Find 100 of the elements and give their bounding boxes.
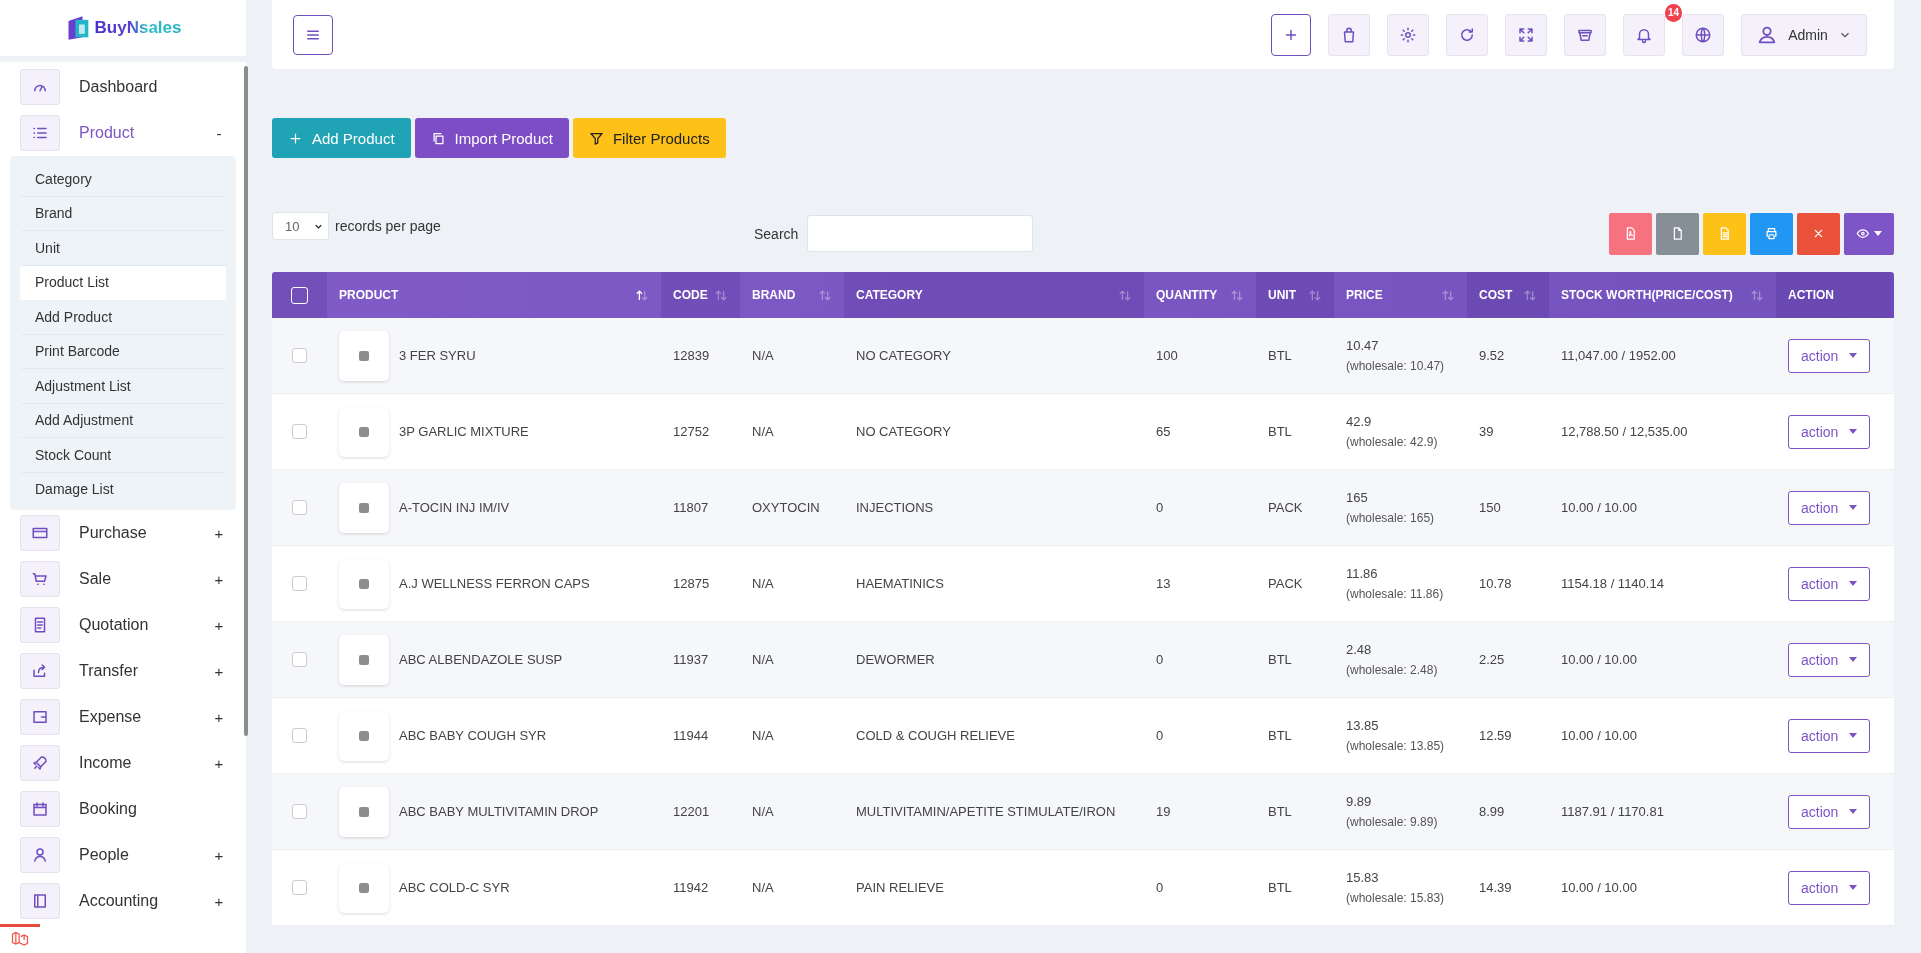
expand-toggle[interactable]: + (212, 892, 226, 910)
expand-toggle[interactable]: + (212, 754, 226, 772)
row-checkbox[interactable] (292, 576, 307, 591)
product-thumbnail (339, 710, 389, 761)
submenu-item[interactable]: Brand (20, 196, 226, 231)
column-header[interactable]: CATEGORY (844, 272, 1144, 318)
submenu-item[interactable]: Category (20, 162, 226, 197)
submenu-item[interactable]: Product List (20, 265, 226, 300)
globe-icon (1694, 25, 1712, 44)
nav-item[interactable]: People + (0, 832, 246, 878)
column-header[interactable]: QUANTITY (1144, 272, 1256, 318)
pdf-export-button[interactable] (1609, 212, 1652, 255)
action-dropdown-button[interactable]: action (1788, 338, 1870, 373)
table-cell: 1187.91 / 1170.81 (1561, 804, 1664, 819)
caret-icon (1849, 885, 1857, 890)
action-dropdown-button[interactable]: action (1788, 642, 1870, 677)
table-cell: 10.78 (1479, 576, 1512, 591)
expand-toggle[interactable]: - (212, 124, 226, 142)
submenu-item[interactable]: Add Adjustment (20, 403, 226, 438)
action-dropdown-button[interactable]: action (1788, 566, 1870, 601)
column-header[interactable]: PRODUCT (327, 272, 661, 318)
submenu-item[interactable]: Adjustment List (20, 369, 226, 404)
fullscreen-button[interactable] (1505, 13, 1547, 56)
nav-item[interactable]: Accounting + (0, 878, 246, 924)
globe-button[interactable] (1682, 13, 1724, 56)
copy-icon (430, 130, 446, 146)
add-button[interactable] (1271, 13, 1311, 56)
submenu-item[interactable]: Print Barcode (20, 334, 226, 369)
bell-button[interactable] (1623, 13, 1665, 56)
price-value: 9.89 (1346, 794, 1373, 809)
printer-icon (1764, 226, 1779, 241)
nav-item[interactable]: Purchase + (0, 510, 246, 556)
column-header[interactable]: CODE (661, 272, 740, 318)
column-header[interactable]: UNIT (1256, 272, 1334, 318)
page-size-select[interactable]: 10 (272, 212, 329, 240)
nav-item[interactable]: Expense + (0, 694, 246, 740)
nav-item[interactable]: Transfer + (0, 648, 246, 694)
nav-label: Product (79, 124, 136, 142)
scrollbar-thumb[interactable] (244, 66, 248, 736)
product-thumbnail (339, 862, 389, 913)
row-checkbox[interactable] (292, 500, 307, 515)
action-dropdown-button[interactable]: action (1788, 870, 1870, 905)
submenu-item[interactable]: Stock Count (20, 438, 226, 473)
row-checkbox[interactable] (292, 880, 307, 895)
action-dropdown-button[interactable]: action (1788, 718, 1870, 753)
row-checkbox[interactable] (292, 424, 307, 439)
expand-toggle[interactable]: + (212, 570, 226, 588)
select-all-checkbox[interactable] (291, 286, 308, 304)
nav-item[interactable]: Dashboard (0, 64, 246, 110)
submenu-item[interactable]: Unit (20, 231, 226, 266)
print-button[interactable] (1750, 212, 1793, 255)
table-cell: NO CATEGORY (856, 348, 951, 363)
table-cell: MULTIVITAMIN/APETITE STIMULATE/IRON (856, 804, 1116, 819)
bag-button[interactable] (1328, 13, 1370, 56)
search-label: Search (754, 225, 799, 242)
file-export-button[interactable] (1656, 212, 1699, 255)
column-header[interactable]: COST (1467, 272, 1549, 318)
action-dropdown-button[interactable]: action (1788, 490, 1870, 525)
table-cell: 39 (1479, 424, 1494, 439)
nav-item[interactable]: Booking (0, 786, 246, 832)
refresh-button[interactable] (1446, 13, 1488, 56)
nav-item[interactable]: Quotation + (0, 602, 246, 648)
nav-item[interactable]: Product - (0, 110, 246, 156)
row-checkbox[interactable] (292, 804, 307, 819)
expand-toggle[interactable]: + (212, 616, 226, 634)
menu-button[interactable] (293, 14, 333, 55)
expand-toggle[interactable]: + (212, 662, 226, 680)
import-product-button[interactable]: Import Product (414, 118, 569, 158)
column-header[interactable]: BRAND (740, 272, 844, 318)
book-icon (31, 892, 49, 910)
expand-toggle[interactable]: + (212, 708, 226, 726)
user-menu-button[interactable]: Admin (1741, 13, 1867, 56)
product-thumbnail (339, 406, 389, 457)
table-cell: 150 (1479, 500, 1501, 515)
table-cell: INJECTIONS (856, 500, 934, 515)
table-cell: 12201 (673, 804, 710, 819)
wholesale-price: (wholesale: 42.9) (1346, 435, 1438, 449)
table-cell: 65 (1156, 424, 1171, 439)
action-dropdown-button[interactable]: action (1788, 794, 1870, 829)
column-header[interactable]: PRICE (1334, 272, 1467, 318)
table-cell: 0 (1156, 652, 1164, 667)
row-checkbox[interactable] (292, 652, 307, 667)
row-checkbox[interactable] (292, 348, 307, 363)
submenu-item[interactable]: Add Product (20, 300, 226, 335)
submenu-item[interactable]: Damage List (20, 472, 226, 506)
nav-item[interactable]: Income + (0, 740, 246, 786)
nav-item[interactable]: Sale + (0, 556, 246, 602)
column-header[interactable]: STOCK WORTH(PRICE/COST) (1549, 272, 1776, 318)
filter-products-button[interactable]: Filter Products (572, 118, 726, 158)
table-cell: 0 (1156, 880, 1164, 895)
expand-toggle[interactable]: + (212, 524, 226, 542)
expand-toggle[interactable]: + (212, 846, 226, 864)
search-field[interactable] (807, 215, 1034, 252)
close-button[interactable] (1797, 212, 1840, 255)
column-visibility-button[interactable] (1844, 212, 1894, 255)
basket-button[interactable] (1564, 13, 1606, 56)
nav-label: People (79, 846, 130, 864)
row-checkbox[interactable] (292, 728, 307, 743)
action-dropdown-button[interactable]: action (1788, 414, 1870, 449)
sun-button[interactable] (1387, 13, 1429, 56)
